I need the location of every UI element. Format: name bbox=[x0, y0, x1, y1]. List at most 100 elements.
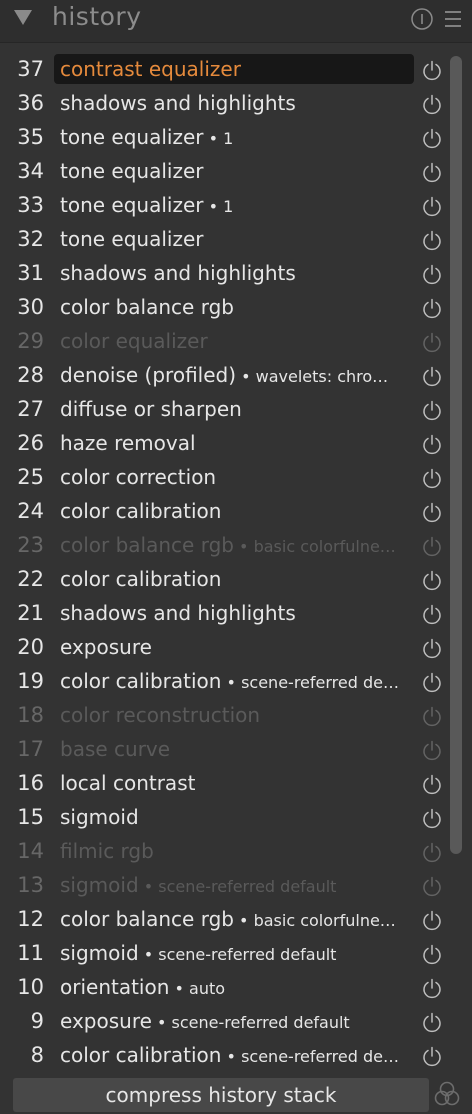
power-icon[interactable] bbox=[421, 195, 443, 217]
history-item-button[interactable]: diffuse or sharpen bbox=[54, 394, 414, 424]
history-item[interactable]: 20 exposure bbox=[0, 632, 450, 666]
power-icon[interactable] bbox=[421, 841, 443, 863]
history-item-button[interactable]: exposure • scene-referred default bbox=[54, 1006, 414, 1036]
history-item[interactable]: 11 sigmoid • scene-referred default bbox=[0, 938, 450, 972]
power-icon[interactable] bbox=[421, 603, 443, 625]
collapse-triangle-icon[interactable] bbox=[14, 10, 32, 25]
history-item[interactable]: 26 haze removal bbox=[0, 428, 450, 462]
module-name: exposure bbox=[60, 1009, 152, 1033]
history-item-label: color calibration • scene-referred de… bbox=[60, 669, 410, 693]
history-item-button[interactable]: denoise (profiled) • wavelets: chro… bbox=[54, 360, 414, 390]
power-icon[interactable] bbox=[421, 93, 443, 115]
history-item-button[interactable]: tone equalizer • 1 bbox=[54, 122, 414, 152]
power-icon[interactable] bbox=[421, 943, 443, 965]
history-item-button[interactable]: base curve bbox=[54, 734, 414, 764]
history-item-button[interactable]: color calibration • scene-referred de… bbox=[54, 666, 414, 696]
history-item[interactable]: 32 tone equalizer bbox=[0, 224, 450, 258]
history-item-button[interactable]: orientation • auto bbox=[54, 972, 414, 1002]
history-item[interactable]: 13 sigmoid • scene-referred default bbox=[0, 870, 450, 904]
history-item-button[interactable]: sigmoid • scene-referred default bbox=[54, 870, 414, 900]
history-item-button[interactable]: haze removal bbox=[54, 428, 414, 458]
history-item-button[interactable]: shadows and highlights bbox=[54, 88, 414, 118]
power-icon[interactable] bbox=[421, 569, 443, 591]
history-item[interactable]: 25 color correction bbox=[0, 462, 450, 496]
history-item-button[interactable]: color reconstruction bbox=[54, 700, 414, 730]
history-header[interactable]: history bbox=[0, 0, 472, 43]
history-item[interactable]: 12 color balance rgb • basic colorfulne… bbox=[0, 904, 450, 938]
history-item-button[interactable]: color balance rgb bbox=[54, 292, 414, 322]
history-item[interactable]: 34 tone equalizer bbox=[0, 156, 450, 190]
history-item[interactable]: 30 color balance rgb bbox=[0, 292, 450, 326]
power-icon[interactable] bbox=[421, 671, 443, 693]
history-item-button[interactable]: color correction bbox=[54, 462, 414, 492]
history-item-button[interactable]: sigmoid • scene-referred default bbox=[54, 938, 414, 968]
history-item[interactable]: 35 tone equalizer • 1 bbox=[0, 122, 450, 156]
history-item[interactable]: 33 tone equalizer • 1 bbox=[0, 190, 450, 224]
history-item[interactable]: 23 color balance rgb • basic colorfulne… bbox=[0, 530, 450, 564]
history-item-button[interactable]: color equalizer bbox=[54, 326, 414, 356]
history-item-button[interactable]: shadows and highlights bbox=[54, 598, 414, 628]
history-item[interactable]: 10 orientation • auto bbox=[0, 972, 450, 1006]
power-icon[interactable] bbox=[421, 739, 443, 761]
power-icon[interactable] bbox=[421, 1011, 443, 1033]
history-item-button[interactable]: filmic rgb bbox=[54, 836, 414, 866]
history-cycle-icon[interactable] bbox=[432, 1080, 462, 1110]
power-icon[interactable] bbox=[421, 127, 443, 149]
power-icon[interactable] bbox=[421, 773, 443, 795]
history-item-button[interactable]: tone equalizer bbox=[54, 156, 414, 186]
history-item[interactable]: 22 color calibration bbox=[0, 564, 450, 598]
history-item[interactable]: 27 diffuse or sharpen bbox=[0, 394, 450, 428]
power-icon[interactable] bbox=[421, 1045, 443, 1067]
power-icon[interactable] bbox=[421, 909, 443, 931]
power-icon[interactable] bbox=[421, 637, 443, 659]
power-icon[interactable] bbox=[421, 467, 443, 489]
module-name: filmic rgb bbox=[60, 839, 154, 863]
history-item-button[interactable]: color calibration • scene-referred de… bbox=[54, 1040, 414, 1070]
power-icon[interactable] bbox=[421, 535, 443, 557]
history-item[interactable]: 19 color calibration • scene-referred de… bbox=[0, 666, 450, 700]
history-item[interactable]: 29 color equalizer bbox=[0, 326, 450, 360]
history-item[interactable]: 31 shadows and highlights bbox=[0, 258, 450, 292]
power-icon[interactable] bbox=[421, 365, 443, 387]
history-item-button[interactable]: color calibration bbox=[54, 564, 414, 594]
history-item[interactable]: 14 filmic rgb bbox=[0, 836, 450, 870]
history-item-button[interactable]: exposure bbox=[54, 632, 414, 662]
history-item[interactable]: 36 shadows and highlights bbox=[0, 88, 450, 122]
history-item[interactable]: 8 color calibration • scene-referred de… bbox=[0, 1040, 450, 1074]
power-icon[interactable] bbox=[421, 977, 443, 999]
power-icon[interactable] bbox=[421, 875, 443, 897]
power-icon[interactable] bbox=[421, 229, 443, 251]
history-item[interactable]: 24 color calibration bbox=[0, 496, 450, 530]
compress-history-button[interactable]: compress history stack bbox=[13, 1078, 429, 1112]
power-icon[interactable] bbox=[421, 59, 443, 81]
history-item[interactable]: 15 sigmoid bbox=[0, 802, 450, 836]
power-icon[interactable] bbox=[421, 161, 443, 183]
history-item[interactable]: 9 exposure • scene-referred default bbox=[0, 1006, 450, 1040]
scrollbar-thumb[interactable] bbox=[450, 56, 462, 854]
power-icon[interactable] bbox=[421, 501, 443, 523]
history-item-button[interactable]: shadows and highlights bbox=[54, 258, 414, 288]
history-item-button[interactable]: color balance rgb • basic colorfulne… bbox=[54, 530, 414, 560]
history-item[interactable]: 16 local contrast bbox=[0, 768, 450, 802]
history-item-button[interactable]: sigmoid bbox=[54, 802, 414, 832]
history-item-button[interactable]: tone equalizer bbox=[54, 224, 414, 254]
power-icon[interactable] bbox=[421, 807, 443, 829]
power-icon[interactable] bbox=[421, 263, 443, 285]
history-item[interactable]: 21 shadows and highlights bbox=[0, 598, 450, 632]
power-icon[interactable] bbox=[421, 331, 443, 353]
history-item[interactable]: 17 base curve bbox=[0, 734, 450, 768]
presets-menu-icon[interactable] bbox=[441, 7, 465, 31]
power-icon[interactable] bbox=[421, 433, 443, 455]
info-icon[interactable] bbox=[410, 7, 434, 31]
history-item-button[interactable]: color calibration bbox=[54, 496, 414, 526]
history-item[interactable]: 18 color reconstruction bbox=[0, 700, 450, 734]
history-item-button[interactable]: color balance rgb • basic colorfulne… bbox=[54, 904, 414, 934]
power-icon[interactable] bbox=[421, 705, 443, 727]
power-icon[interactable] bbox=[421, 399, 443, 421]
history-item[interactable]: 37 contrast equalizer bbox=[0, 54, 450, 88]
power-icon[interactable] bbox=[421, 297, 443, 319]
history-item-button[interactable]: tone equalizer • 1 bbox=[54, 190, 414, 220]
history-item-button[interactable]: local contrast bbox=[54, 768, 414, 798]
history-item[interactable]: 28 denoise (profiled) • wavelets: chro… bbox=[0, 360, 450, 394]
history-item-button[interactable]: contrast equalizer bbox=[54, 54, 414, 84]
